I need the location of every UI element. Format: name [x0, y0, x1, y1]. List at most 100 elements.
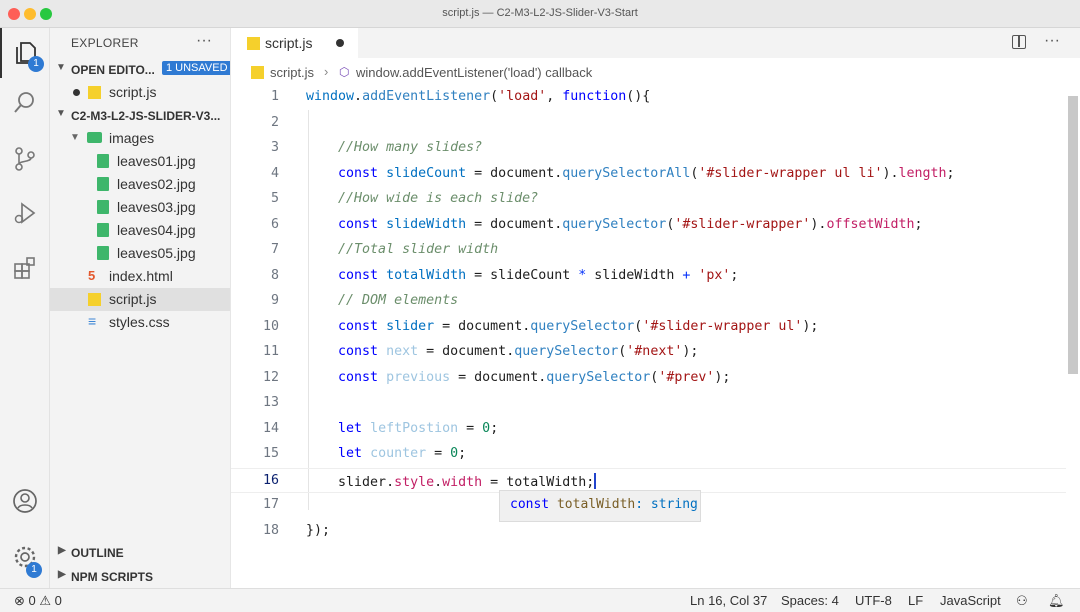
file-styles-css[interactable]: ≡ styles.css [50, 311, 230, 334]
file-label: leaves02.jpg [117, 176, 196, 192]
file-leaves02[interactable]: leaves02.jpg [50, 173, 230, 196]
warning-icon: ⚠ [39, 593, 52, 608]
line-number: 6 [270, 216, 279, 232]
file-leaves01[interactable]: leaves01.jpg [50, 150, 230, 173]
line-number: 8 [270, 267, 279, 283]
file-label: index.html [109, 268, 173, 284]
notifications-bell-icon[interactable]: 🔔︎ [1048, 593, 1065, 609]
line-content: window.addEventListener('load', function… [306, 89, 651, 104]
indentation-setting[interactable]: Spaces: 4 [781, 593, 839, 608]
unsaved-badge: 1 UNSAVED [162, 61, 230, 75]
line-number: 9 [270, 293, 279, 308]
file-label: leaves05.jpg [117, 245, 196, 261]
eol-setting[interactable]: LF [908, 593, 923, 608]
image-file-icon [97, 200, 109, 214]
line-content: const previous = document.querySelector(… [338, 369, 731, 385]
chevron-right-icon: ▶ [58, 545, 66, 556]
cursor-position[interactable]: Ln 16, Col 37 [690, 593, 767, 608]
scrollbar-thumb[interactable] [1068, 96, 1078, 374]
image-file-icon [97, 177, 109, 191]
code-line: 15 let counter = 0; [231, 442, 1066, 468]
line-content: //How wide is each slide? [338, 191, 539, 206]
code-line: 5 //How wide is each slide? [231, 187, 1066, 213]
source-control-activity[interactable] [0, 134, 50, 184]
error-icon: ⊗ [14, 593, 25, 608]
code-editor[interactable]: 1 window.addEventListener('load', functi… [231, 85, 1080, 560]
code-line: 10 const slider = document.querySelector… [231, 315, 1066, 341]
line-number: 5 [270, 191, 279, 206]
project-folder-label: C2-M3-L2-JS-SLIDER-V3... [71, 109, 221, 123]
tab-script-js[interactable]: script.js [231, 28, 358, 58]
line-number: 11 [262, 344, 279, 359]
open-editors-section[interactable]: ▼ OPEN EDITO... 1 UNSAVED [50, 58, 230, 81]
code-line: 18 }); [231, 519, 1066, 545]
window-title: script.js — C2-M3-L2-JS-Slider-V3-Start [442, 7, 638, 19]
explorer-activity[interactable]: 1 [0, 28, 50, 78]
folder-images[interactable]: ▼ images [50, 127, 230, 150]
extensions-activity[interactable] [0, 243, 50, 293]
extensions-icon [14, 257, 35, 279]
file-label: leaves01.jpg [117, 153, 196, 169]
explorer-badge: 1 [28, 56, 44, 72]
feedback-icon[interactable]: ⚇ [1016, 593, 1028, 609]
vertical-scrollbar[interactable] [1066, 86, 1080, 588]
chevron-down-icon: ▼ [56, 108, 66, 119]
chevron-down-icon: ▼ [56, 62, 66, 73]
file-leaves04[interactable]: leaves04.jpg [50, 219, 230, 242]
unsaved-dot-icon[interactable] [336, 39, 344, 47]
accounts-activity[interactable] [0, 476, 50, 526]
text-cursor [594, 472, 597, 489]
language-mode[interactable]: JavaScript [940, 593, 1001, 608]
line-content: let counter = 0; [338, 446, 467, 461]
unsaved-dot-icon [73, 89, 80, 96]
open-editor-script-js[interactable]: script.js [50, 81, 230, 104]
file-label: styles.css [109, 314, 170, 330]
line-content: let leftPostion = 0; [338, 420, 499, 436]
outline-label: OUTLINE [71, 546, 124, 560]
line-number: 16 [262, 472, 279, 488]
run-debug-activity[interactable] [0, 188, 50, 238]
line-number: 12 [262, 369, 279, 385]
activity-bar: 1 1 [0, 28, 50, 588]
line-content: // DOM elements [338, 293, 459, 308]
encoding-setting[interactable]: UTF-8 [855, 593, 892, 608]
image-file-icon [97, 246, 109, 260]
editor-area: script.js ··· script.js › ⬡ window.addEv… [231, 28, 1080, 588]
problems-indicator[interactable]: ⊗ 0 ⚠ 0 [14, 593, 62, 609]
file-leaves03[interactable]: leaves03.jpg [50, 196, 230, 219]
title-bar: script.js — C2-M3-L2-JS-Slider-V3-Start [0, 0, 1080, 28]
code-line: 14 let leftPostion = 0; [231, 417, 1066, 443]
outline-section[interactable]: ▶ OUTLINE [50, 540, 230, 564]
image-folder-icon [87, 132, 102, 143]
split-editor-icon[interactable] [1012, 35, 1026, 49]
line-number: 3 [270, 140, 279, 155]
code-line: 3 //How many slides? [231, 136, 1066, 162]
line-content: const slideCount = document.querySelecto… [338, 165, 955, 181]
explorer-more-button[interactable]: ··· [196, 32, 212, 50]
search-activity[interactable] [0, 78, 50, 128]
manage-activity[interactable]: 1 [0, 532, 50, 582]
editor-tab-bar: script.js ··· [231, 28, 1080, 58]
breadcrumb-symbol[interactable]: window.addEventListener('load') callback [356, 65, 592, 80]
file-leaves05[interactable]: leaves05.jpg [50, 242, 230, 265]
line-number: 14 [262, 420, 279, 436]
npm-scripts-section[interactable]: ▶ NPM SCRIPTS [50, 564, 230, 588]
line-number: 2 [270, 114, 279, 130]
breadcrumb-file[interactable]: script.js [270, 65, 314, 80]
code-line: 7 //Total slider width [231, 238, 1066, 264]
editor-more-button[interactable]: ··· [1044, 32, 1060, 50]
file-script-js[interactable]: script.js [50, 288, 230, 311]
explorer-title: EXPLORER [71, 36, 139, 50]
file-index-html[interactable]: 5 index.html [50, 265, 230, 288]
tab-label: script.js [265, 35, 313, 51]
line-number: 18 [262, 522, 279, 538]
npm-scripts-label: NPM SCRIPTS [71, 570, 154, 584]
javascript-file-icon [251, 66, 264, 79]
explorer-sidebar: EXPLORER ··· ▼ OPEN EDITO... 1 UNSAVED s… [50, 28, 231, 588]
search-icon [14, 92, 34, 113]
open-editor-label: script.js [109, 84, 157, 100]
project-folder-section[interactable]: ▼ C2-M3-L2-JS-SLIDER-V3... [50, 104, 230, 127]
code-line: 13 [231, 391, 1066, 417]
code-line: 9 // DOM elements [231, 289, 1066, 315]
symbol-method-icon: ⬡ [339, 65, 350, 79]
